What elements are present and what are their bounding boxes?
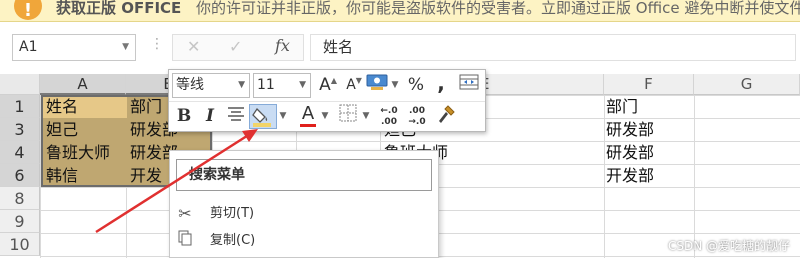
chevron-down-icon[interactable]: ▼: [390, 73, 400, 98]
mini-format-toolbar: 等线 ▼ 11 ▼ A ▲ A ▼ ▼ % , B I ▼ A ▼ ▼ ←.0 …: [168, 69, 486, 132]
column-header-g[interactable]: G: [694, 74, 800, 95]
row-header-6[interactable]: 6: [0, 164, 40, 187]
grow-font-button[interactable]: A ▲: [315, 73, 337, 98]
number-format-button[interactable]: [365, 73, 389, 98]
percent-style-button[interactable]: %: [405, 73, 427, 98]
format-painter-button[interactable]: [435, 104, 457, 129]
cell-a1[interactable]: 姓名: [46, 95, 126, 118]
chevron-down-icon[interactable]: ▼: [320, 104, 330, 129]
column-header-f[interactable]: F: [604, 74, 694, 95]
chevron-down-icon[interactable]: ▼: [361, 104, 371, 129]
font-name-select[interactable]: 等线 ▼: [172, 73, 250, 98]
insert-function-icon[interactable]: fx: [275, 36, 290, 55]
column-header-a[interactable]: A: [40, 74, 126, 95]
select-all-corner[interactable]: [0, 74, 40, 95]
formula-bar: A1 ▼ ⋮ ✕ ✓ fx 姓名: [0, 22, 800, 68]
decrease-decimal-button[interactable]: .00 →.0: [405, 104, 429, 129]
cell-f1[interactable]: 部门: [606, 95, 692, 118]
merge-center-button[interactable]: [457, 73, 481, 98]
watermark: CSDN @爱吃糖的靓仔: [667, 239, 790, 253]
align-center-button[interactable]: [225, 104, 247, 129]
currency-format-icon: [366, 74, 388, 90]
gridline: [604, 95, 605, 258]
menu-item-label: 复制(C): [210, 233, 256, 248]
license-warning-banner: ! 获取正版 OFFICE 你的许可证并非正版，你可能是盗版软件的受害者。立即通…: [0, 0, 800, 22]
scissors-icon: ✂: [178, 204, 192, 223]
row-header-4[interactable]: 4: [0, 141, 40, 164]
cancel-icon[interactable]: ✕: [187, 37, 200, 56]
caret-up-icon: ▲: [330, 76, 337, 85]
name-box[interactable]: A1 ▼: [12, 34, 136, 61]
chevron-down-icon[interactable]: ▼: [238, 74, 245, 97]
cell-a4[interactable]: 鲁班大师: [46, 141, 126, 164]
cell-a6[interactable]: 韩信: [46, 164, 126, 187]
menu-item-label: 剪切(T): [210, 206, 255, 221]
copy-icon: [176, 228, 194, 254]
format-painter-icon: [439, 105, 455, 123]
paint-bucket-icon: [252, 107, 271, 127]
warning-icon: !: [14, 0, 42, 21]
shrink-font-icon: A: [346, 77, 356, 93]
context-menu: 搜索菜单 ✂ 剪切(T) 复制(C): [169, 150, 439, 258]
font-size-select[interactable]: 11 ▼: [253, 73, 311, 98]
chevron-down-icon[interactable]: ▼: [278, 104, 288, 129]
borders-icon: [339, 104, 357, 122]
font-size-value: 11: [257, 77, 275, 93]
banner-message: 你的许可证并非正版，你可能是盗版软件的受害者。立即通过正版 Office 避免中…: [196, 0, 800, 17]
align-center-icon: [228, 107, 244, 121]
menu-item-copy[interactable]: 复制(C): [170, 228, 438, 254]
merge-cells-icon: [459, 74, 479, 90]
cell-f6[interactable]: 开发部: [606, 164, 692, 187]
resize-handle-icon[interactable]: ⋮: [150, 36, 164, 52]
caret-down-icon: ▼: [355, 76, 362, 85]
borders-button[interactable]: [337, 104, 359, 129]
chevron-down-icon[interactable]: ▼: [122, 35, 129, 60]
font-name-value: 等线: [176, 77, 204, 93]
italic-button[interactable]: I: [199, 104, 221, 129]
comma-style-button[interactable]: ,: [431, 71, 451, 96]
cell-f4[interactable]: 研发部: [606, 141, 692, 164]
cell-a3[interactable]: 妲己: [46, 118, 126, 141]
row-header-9[interactable]: 9: [0, 210, 40, 233]
check-icon[interactable]: ✓: [229, 37, 242, 56]
row-header-1[interactable]: 1: [0, 95, 40, 118]
increase-decimal-button[interactable]: ←.0 .00: [377, 104, 401, 129]
bold-button[interactable]: B: [173, 104, 195, 129]
formula-input[interactable]: 姓名: [310, 34, 796, 61]
font-color-button[interactable]: A: [297, 101, 319, 126]
chevron-down-icon[interactable]: ▼: [299, 74, 306, 97]
grow-font-icon: A: [319, 75, 331, 95]
row-header-10[interactable]: 10: [0, 233, 40, 256]
shrink-font-button[interactable]: A ▼: [341, 73, 362, 98]
formula-buttons: ✕ ✓ fx: [172, 34, 304, 61]
cell-f3[interactable]: 研发部: [606, 118, 692, 141]
row-header-3[interactable]: 3: [0, 118, 40, 141]
banner-title[interactable]: 获取正版 OFFICE: [56, 0, 181, 18]
toolbar-divider: [169, 101, 485, 102]
font-color-swatch: [300, 124, 316, 127]
menu-item-cut[interactable]: ✂ 剪切(T): [170, 201, 438, 227]
gridline: [694, 95, 695, 258]
fill-color-button[interactable]: [249, 104, 277, 129]
row-header-8[interactable]: 8: [0, 187, 40, 210]
name-box-value: A1: [19, 39, 38, 55]
search-menu-input[interactable]: 搜索菜单: [176, 159, 432, 191]
